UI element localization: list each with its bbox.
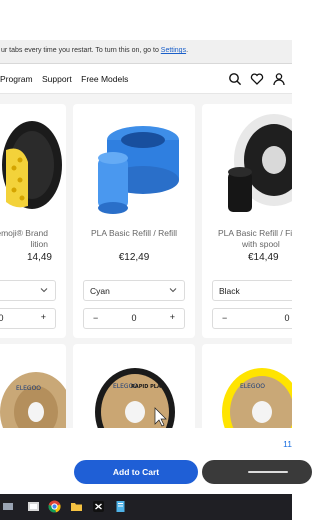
notice-suffix: .: [186, 47, 189, 54]
button-progress-bar: [248, 471, 288, 473]
product-image-elegoo-yellow: ELEGOO: [222, 368, 292, 428]
product-price: 14,49: [26, 252, 52, 263]
product-card[interactable]: ELEGOO RAPID PLA+: [73, 344, 195, 428]
plus-icon[interactable]: +: [41, 312, 46, 322]
taskbar-start-icon[interactable]: [2, 500, 15, 513]
product-name[interactable]: PLA Basic Refill / Fila with spool: [206, 228, 292, 250]
product-grid: emoji® Brand lition 14,49 0 + PLA Basic …: [0, 94, 292, 428]
header-icons: [228, 72, 286, 86]
product-image-black-spool: [228, 114, 292, 212]
product-name[interactable]: emoji® Brand lition: [0, 228, 62, 250]
settings-link[interactable]: Settings: [161, 47, 186, 54]
quantity-stepper: − 0: [212, 308, 292, 329]
spool-brand-text: ELEGOO: [16, 385, 41, 392]
taskbar-files-icon[interactable]: [27, 500, 40, 513]
product-image-cyan-refill: [98, 126, 179, 214]
quantity-stepper: − 0 +: [83, 308, 185, 329]
folder-icon[interactable]: [70, 500, 83, 513]
nav-link-program[interactable]: Program: [0, 74, 33, 84]
notice-text: ur tabs every time you restart. To turn …: [1, 47, 161, 54]
heart-icon[interactable]: [250, 72, 264, 86]
add-to-cart-button[interactable]: Add to Cart: [74, 460, 198, 484]
product-price: €12,49: [118, 252, 150, 263]
restore-tabs-notice: ur tabs every time you restart. To turn …: [0, 40, 292, 64]
product-image-black-spool-yellow: [2, 121, 62, 209]
product-price: €14,49: [248, 252, 279, 263]
sticky-cart-bar: 11 Add to Cart: [0, 428, 312, 494]
spool-brand-text: ELEGOO: [240, 383, 265, 390]
product-card[interactable]: PLA Basic Refill / Fila with spool €14,4…: [202, 104, 292, 338]
quantity-stepper: 0 +: [0, 308, 56, 329]
item-count: 11: [283, 439, 292, 449]
product-image-elegoo-rapid-pla: ELEGOO RAPID PLA+: [95, 368, 175, 428]
search-icon[interactable]: [228, 72, 242, 86]
quantity-value[interactable]: 0: [213, 313, 292, 323]
product-image-elegoo-spool: ELEGOO: [0, 372, 66, 428]
color-select[interactable]: Cyan: [83, 280, 185, 301]
variant-select[interactable]: [0, 280, 56, 301]
quantity-value[interactable]: 0: [0, 313, 55, 323]
nav-link-support[interactable]: Support: [42, 74, 72, 84]
product-name[interactable]: PLA Basic Refill / Refill: [77, 228, 191, 239]
product-card[interactable]: PLA Basic Refill / Refill €12,49 Cyan − …: [73, 104, 195, 338]
secondary-action-button[interactable]: [202, 460, 312, 484]
color-select[interactable]: Black: [212, 280, 292, 301]
capcut-icon[interactable]: [92, 500, 105, 513]
nav-links: Program Support Free Models: [0, 74, 135, 84]
plus-icon[interactable]: +: [170, 312, 175, 322]
notepad-icon[interactable]: [114, 500, 127, 513]
browser-top-area: [0, 0, 292, 40]
chevron-down-icon: [40, 288, 48, 293]
chevron-down-icon: [169, 288, 177, 293]
spool-product-text: RAPID PLA+: [131, 384, 165, 390]
product-card[interactable]: emoji® Brand lition 14,49 0 +: [0, 104, 66, 338]
site-header: Program Support Free Models: [0, 66, 292, 94]
chrome-icon[interactable]: [48, 500, 61, 513]
nav-link-free-models[interactable]: Free Models: [81, 74, 128, 84]
os-taskbar: [0, 494, 292, 520]
user-icon[interactable]: [272, 72, 286, 86]
product-card[interactable]: ELEGOO: [202, 344, 292, 428]
product-card[interactable]: ELEGOO: [0, 344, 66, 428]
